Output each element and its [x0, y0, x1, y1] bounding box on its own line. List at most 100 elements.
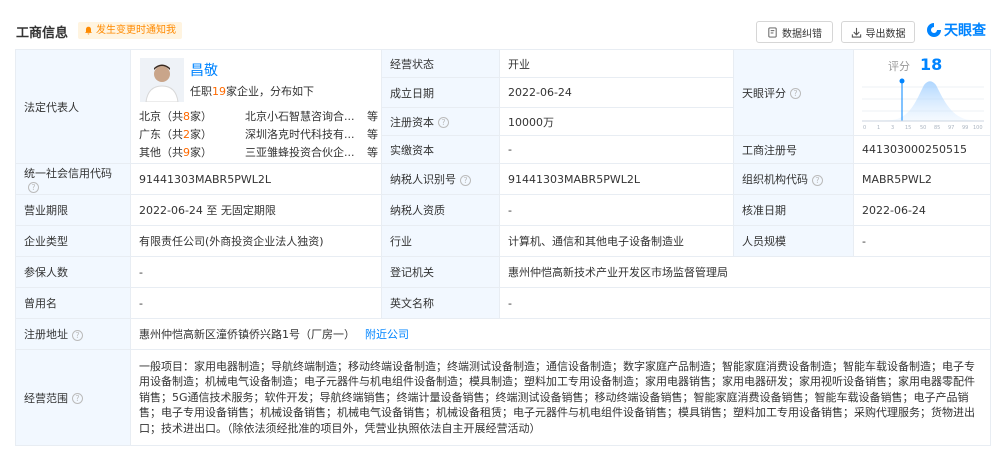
help-icon[interactable]: ?	[72, 393, 83, 404]
score-distribution-chart: 0 1 3 15 50 85 97 99 100	[862, 78, 984, 131]
notify-button[interactable]: 发生变更时通知我	[78, 22, 182, 39]
authority-value: 惠州仲恺高新技术产业开发区市场监督管理局	[499, 256, 991, 288]
help-icon[interactable]: ?	[790, 88, 801, 99]
address-value: 惠州仲恺高新区潼侨镇侨兴路1号（厂房一）	[139, 328, 355, 341]
region-prefix: 其他（共	[139, 146, 183, 159]
regno-value: 441303000250515	[853, 135, 991, 164]
english-label: 英文名称	[381, 287, 500, 319]
score-marker-dot	[899, 78, 905, 83]
founded-label: 成立日期	[381, 77, 500, 108]
summary-prefix: 任职	[190, 85, 212, 98]
help-icon[interactable]: ?	[28, 182, 39, 193]
approve-label: 核准日期	[733, 194, 854, 226]
address-cell: 惠州仲恺高新区潼侨镇侨兴路1号（厂房一） 附近公司	[130, 318, 991, 350]
region-row: 其他（共9家） 三亚雏蜂投资合伙企... 等	[139, 144, 379, 160]
address-label: 注册地址	[24, 328, 68, 341]
region-num: 2	[183, 128, 190, 141]
insured-value: -	[130, 256, 382, 288]
uscc-value: 91441303MABR5PWL2L	[130, 163, 382, 195]
status-value: 开业	[499, 49, 734, 78]
address-label-cell: 注册地址?	[15, 318, 131, 350]
region-suffix: 家）	[190, 146, 212, 159]
orgcode-label-cell: 组织机构代码?	[733, 163, 854, 195]
notify-label: 发生变更时通知我	[96, 25, 176, 36]
brand-logo: 天眼查	[926, 20, 986, 40]
avatar[interactable]	[140, 58, 184, 102]
score-value: 18	[920, 54, 943, 74]
orgcode-value: MABR5PWL2	[853, 163, 991, 195]
download-icon	[851, 27, 861, 38]
legal-rep-name[interactable]: 昌敬	[190, 60, 218, 80]
region-company[interactable]: 三亚雏蜂投资合伙企...	[245, 144, 365, 160]
export-data-button[interactable]: 导出数据	[841, 21, 915, 43]
taxid-value: 91441303MABR5PWL2L	[499, 163, 734, 195]
score-label-cell: 天眼评分?	[733, 49, 854, 136]
axis-tick: 0	[863, 125, 866, 131]
taxq-value: -	[499, 194, 734, 226]
capital-value: 10000万	[499, 107, 734, 136]
staff-label: 人员规模	[733, 225, 854, 257]
region-suffix: 家）	[190, 110, 212, 123]
capital-label-cell: 注册资本?	[381, 107, 500, 136]
edit-doc-icon	[768, 26, 777, 38]
axis-tick: 50	[920, 125, 926, 131]
authority-label: 登记机关	[381, 256, 500, 288]
export-label: 导出数据	[865, 28, 906, 40]
english-value: -	[499, 287, 991, 319]
taxid-label: 纳税人识别号	[390, 173, 456, 186]
region-prefix: 北京（共	[139, 110, 183, 123]
region-prefix: 广东（共	[139, 128, 183, 141]
score-prefix: 评分	[888, 59, 910, 73]
axis-tick: 1	[877, 125, 880, 131]
legal-rep-label: 法定代表人	[15, 49, 131, 164]
status-label: 经营状态	[381, 49, 500, 78]
taxid-label-cell: 纳税人识别号?	[381, 163, 500, 195]
axis-tick: 100	[973, 125, 983, 131]
uscc-label: 统一社会信用代码	[24, 166, 112, 180]
region-etc: 等	[367, 146, 378, 159]
region-suffix: 家）	[190, 128, 212, 141]
taxq-label: 纳税人资质	[381, 194, 500, 226]
bell-icon	[85, 26, 92, 35]
region-count[interactable]: 北京（共8家）	[139, 108, 212, 124]
industry-label: 行业	[381, 225, 500, 257]
region-count[interactable]: 其他（共9家）	[139, 144, 212, 160]
axis-tick: 85	[934, 125, 940, 131]
region-company[interactable]: 深圳洛克时代科技有...	[245, 126, 365, 142]
region-row: 广东（共2家） 深圳洛克时代科技有... 等	[139, 126, 379, 142]
correct-label: 数据纠错	[782, 28, 822, 40]
help-icon[interactable]: ?	[72, 329, 83, 341]
legal-rep-cell: 昌敬 任职19家企业，分布如下 北京（共8家） 北京小石智慧咨询合... 等 广…	[130, 49, 382, 164]
region-num: 9	[183, 146, 190, 159]
help-icon[interactable]: ?	[460, 174, 471, 186]
business-info-table: 法定代表人 昌敬 任职19家企业，分布如下 北京（共8家） 北京小石智慧咨询合.…	[15, 49, 991, 446]
help-icon[interactable]: ?	[438, 117, 449, 128]
score-cell: 评分 18 0 1 3 15 50 85 97 99 100	[853, 49, 991, 136]
axis-tick: 99	[962, 125, 968, 131]
former-value: -	[130, 287, 382, 319]
axis-tick: 3	[891, 125, 894, 131]
former-label: 曾用名	[15, 287, 131, 319]
scope-label-cell: 经营范围?	[15, 349, 131, 446]
axis-tick: 97	[948, 125, 954, 131]
correct-data-button[interactable]: 数据纠错	[756, 21, 833, 43]
type-value: 有限责任公司(外商投资企业法人独资)	[130, 225, 382, 257]
person-photo-icon	[140, 58, 184, 102]
region-etc: 等	[367, 110, 378, 123]
regno-label: 工商注册号	[733, 135, 854, 164]
region-count[interactable]: 广东（共2家）	[139, 126, 212, 142]
section-title: 工商信息	[16, 26, 69, 41]
tianyancha-logo-icon	[927, 23, 941, 37]
type-label: 企业类型	[15, 225, 131, 257]
capital-label: 注册资本	[390, 115, 434, 129]
region-num: 8	[183, 110, 190, 123]
approve-value: 2022-06-24	[853, 194, 991, 226]
orgcode-label: 组织机构代码	[742, 173, 808, 186]
brand-name: 天眼查	[944, 23, 986, 39]
paid-value: -	[499, 135, 734, 164]
help-icon[interactable]: ?	[812, 174, 823, 186]
nearby-companies-link[interactable]: 附近公司	[365, 328, 409, 341]
region-company[interactable]: 北京小石智慧咨询合...	[245, 108, 365, 124]
industry-value: 计算机、通信和其他电子设备制造业	[499, 225, 734, 257]
region-row: 北京（共8家） 北京小石智慧咨询合... 等	[139, 108, 379, 124]
